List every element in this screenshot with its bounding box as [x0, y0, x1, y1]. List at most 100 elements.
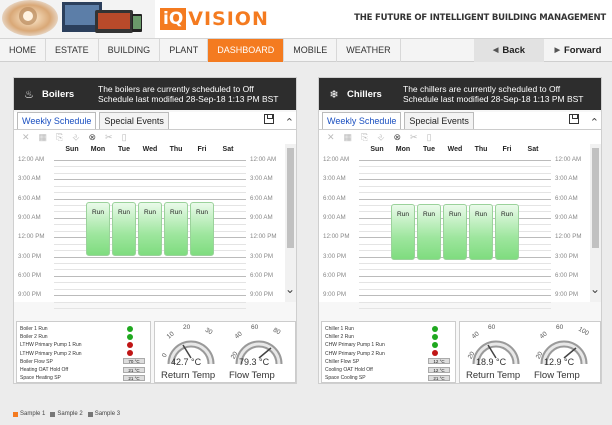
minor-gridline	[54, 288, 246, 290]
run-block[interactable]: Run	[190, 201, 214, 257]
copy-icon[interactable]: ⎘	[56, 132, 63, 143]
status-dot-on	[432, 341, 438, 348]
time-label-right: 12:00 PM	[250, 233, 277, 241]
setpoint-value[interactable]: 21 °C	[123, 374, 145, 381]
run-label: Run	[501, 210, 513, 218]
chillers-modified-message: Schedule last modified 28-Sep-18 1:13 PM…	[403, 94, 584, 104]
schedule-tabs: Weekly Schedule Special Events ⌃	[319, 112, 601, 130]
run-block[interactable]: Run	[469, 203, 493, 261]
time-label-left: 6:00 AM	[323, 194, 346, 202]
legend: Sample 1 Sample 2 Sample 3	[13, 411, 120, 417]
status-dot-on	[432, 333, 438, 340]
day-header: Tue	[118, 146, 130, 153]
time-label-left: 6:00 PM	[18, 271, 42, 279]
nav-estate[interactable]: ESTATE	[46, 39, 99, 62]
delete-icon[interactable]: ✕	[22, 132, 30, 143]
chevron-down-icon[interactable]: ⌄	[285, 282, 295, 296]
run-block[interactable]: Run	[391, 203, 415, 261]
gauge-tick-label: 60	[251, 324, 259, 331]
nav-mobile[interactable]: MOBILE	[284, 39, 338, 62]
scrollbar-thumb[interactable]	[592, 148, 599, 248]
day-header: Thu	[169, 146, 183, 153]
app-header: iQ VISION THE FUTURE OF INTELLIGENT BUIL…	[0, 0, 612, 38]
tab-special-events[interactable]: Special Events	[404, 112, 474, 129]
gauge-tick-label: 20	[183, 324, 191, 331]
day-header: Wed	[142, 146, 158, 153]
run-block[interactable]: Run	[443, 203, 467, 261]
minor-gridline	[54, 172, 246, 174]
legend-swatch	[50, 411, 56, 417]
chillers-gauges: 18.9 °C Return Temp 20 40 60 12.9 °C Flow Temp…	[459, 321, 601, 383]
new-icon[interactable]: ▯	[427, 132, 432, 143]
chillers-header: ❄ Chillers The chillers are currently sche…	[319, 78, 601, 110]
nav-dashboard[interactable]: DASHBOARD	[208, 39, 285, 62]
chevron-up-icon[interactable]: ⌃	[590, 116, 599, 129]
boilers-gauges: 42.7 °C Return Temp 0 10 20 30 79.3 °C Flow Tem…	[154, 321, 296, 383]
legend-label: Sample 3	[94, 411, 121, 417]
status-dot-on	[127, 325, 133, 332]
chillers-status-message: The chillers are currently scheduled to …	[403, 84, 561, 94]
time-label-right: 12:00 AM	[250, 156, 277, 163]
point-label: Space Heating SP	[20, 375, 61, 382]
day-header: Sun	[370, 146, 384, 153]
forward-button[interactable]: ▶ Forward	[544, 39, 612, 62]
chevron-down-icon[interactable]: ⌄	[590, 282, 600, 296]
setpoint-value[interactable]: 21 °C	[123, 366, 145, 373]
time-label-left: 3:00 PM	[323, 252, 347, 260]
setpoint-value[interactable]: 12 °C	[428, 366, 450, 373]
copy-icon[interactable]: ⎘	[361, 132, 368, 143]
time-label-left: 6:00 PM	[323, 271, 347, 279]
nav-home[interactable]: HOME	[0, 39, 46, 62]
nav-building[interactable]: BUILDING	[99, 39, 161, 62]
point-label: CHW Primary Pump 1 Run	[325, 342, 385, 349]
boilers-header: ♨ Boilers The boilers are currently schedu…	[14, 78, 296, 110]
clear-icon[interactable]: ⊗	[88, 132, 96, 143]
chillers-message: The chillers are currently scheduled to …	[403, 84, 584, 104]
cut-icon[interactable]: ✂	[105, 132, 113, 143]
tab-special-events[interactable]: Special Events	[99, 112, 169, 129]
point-label: Boiler 1 Run	[20, 326, 48, 332]
day-header: Tue	[423, 146, 435, 153]
setpoint-value[interactable]: 21 °C	[428, 374, 450, 381]
schedule-scrollbar[interactable]	[285, 144, 296, 302]
time-label-right: 3:00 AM	[555, 175, 578, 183]
save-icon[interactable]	[264, 114, 274, 124]
back-button[interactable]: ◀ Back	[474, 39, 544, 62]
paste-icon[interactable]: ⎀	[377, 132, 384, 143]
run-label: Run	[144, 208, 156, 216]
grid-icon[interactable]: ▦	[39, 132, 48, 143]
cut-icon[interactable]: ✂	[410, 132, 418, 143]
status-dot-off	[127, 350, 133, 357]
schedule-scrollbar[interactable]	[590, 144, 601, 302]
minor-gridline	[359, 269, 551, 271]
clear-icon[interactable]: ⊗	[393, 132, 401, 143]
delete-icon[interactable]: ✕	[327, 132, 335, 143]
chevron-up-icon[interactable]: ⌃	[285, 116, 294, 129]
minor-gridline	[54, 269, 246, 271]
scrollbar-thumb[interactable]	[287, 148, 294, 248]
point-label: CHW Primary Pump 2 Run	[325, 350, 385, 357]
nav-plant[interactable]: PLANT	[160, 39, 209, 62]
gauge-value: 12.9 °C	[544, 357, 575, 367]
setpoint-value[interactable]: 70 °C	[123, 358, 145, 365]
time-gridline	[54, 275, 246, 277]
run-block[interactable]: Run	[112, 201, 136, 257]
new-icon[interactable]: ▯	[122, 132, 127, 143]
time-gridline	[54, 179, 246, 181]
grid-icon[interactable]: ▦	[344, 132, 353, 143]
run-block[interactable]: Run	[86, 201, 110, 257]
tab-weekly-schedule[interactable]: Weekly Schedule	[322, 112, 402, 129]
weekly-schedule-grid: Sun Mon Tue Wed Thu Fri Sat 12:00 AM 12:00 AM 3:0…	[14, 144, 296, 309]
run-block[interactable]: Run	[495, 203, 519, 261]
run-block[interactable]: Run	[164, 201, 188, 257]
legend-label: Sample 1	[20, 411, 46, 417]
paste-icon[interactable]: ⎀	[72, 132, 79, 143]
setpoint-value[interactable]: 12 °C	[428, 358, 450, 365]
nav-weather[interactable]: WEATHER	[337, 39, 401, 62]
run-block[interactable]: Run	[417, 203, 441, 261]
tab-weekly-schedule[interactable]: Weekly Schedule	[17, 112, 97, 129]
save-icon[interactable]	[569, 114, 579, 124]
time-label-right: 9:00 PM	[555, 291, 579, 299]
run-block[interactable]: Run	[138, 201, 162, 257]
boilers-panel: ♨ Boilers The boilers are currently schedu…	[13, 77, 297, 384]
